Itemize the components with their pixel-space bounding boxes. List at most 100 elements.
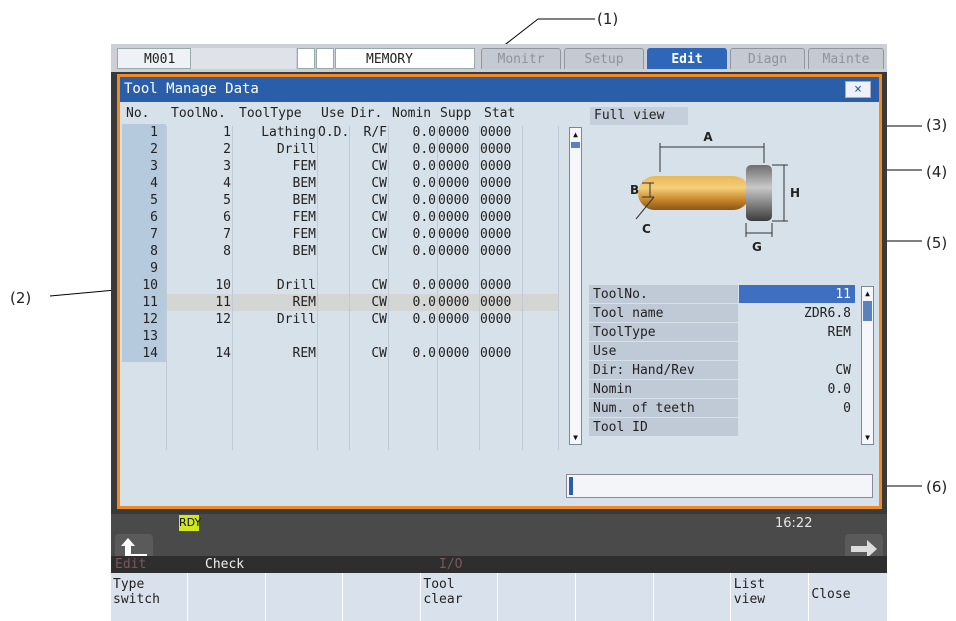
menu-edit[interactable]: Edit xyxy=(115,556,146,573)
table-row[interactable]: 6 6 FEM CW 0.0 0000 0000 xyxy=(122,209,558,226)
table-row[interactable]: 11 11 REM CW 0.0 0000 0000 xyxy=(122,294,558,311)
dim-c-label: C xyxy=(642,222,651,236)
window-title-text: Tool Manage Data xyxy=(124,81,259,97)
cell-dir xyxy=(350,328,387,345)
header-stat: Stat xyxy=(484,106,516,121)
full-view-label: Full view xyxy=(590,107,688,125)
softkey-6[interactable] xyxy=(499,573,576,621)
callout-4: (4) xyxy=(926,163,948,181)
cell-toolno xyxy=(167,328,231,345)
table-scrollbar[interactable]: ▲ ▼ xyxy=(569,127,582,445)
detail-value: 11 xyxy=(739,285,855,303)
softkey-7[interactable] xyxy=(577,573,654,621)
menu-check[interactable]: Check xyxy=(205,556,244,573)
cell-toolno: 10 xyxy=(215,278,231,293)
table-row[interactable]: 14 14 REM CW 0.0 0000 0000 xyxy=(122,345,558,362)
detail-value: REM xyxy=(739,323,855,341)
cell-dir: CW xyxy=(371,346,387,361)
table-row[interactable]: 3 3 FEM CW 0.0 0000 0000 xyxy=(122,158,558,175)
detail-row[interactable]: Dir: Hand/Rev CW xyxy=(589,361,855,380)
cell-toolno: 6 xyxy=(223,210,231,225)
cell-nomin: 0.0 xyxy=(412,295,436,310)
tab-edit[interactable]: Edit xyxy=(647,48,727,69)
detail-row[interactable]: Num. of teeth 0 xyxy=(589,399,855,418)
detail-row[interactable]: Use xyxy=(589,342,855,361)
header-dir: Dir. xyxy=(351,106,383,121)
table-row[interactable]: 13 xyxy=(122,328,558,345)
softkey-2[interactable] xyxy=(189,573,266,621)
scroll-up-icon[interactable]: ▲ xyxy=(570,129,581,140)
detail-row[interactable]: Tool name ZDR6.8 xyxy=(589,304,855,323)
detail-scroll-up-icon[interactable]: ▲ xyxy=(862,288,873,299)
cell-use xyxy=(318,260,348,277)
close-icon[interactable]: × xyxy=(845,81,871,98)
cell-supp: 0000 xyxy=(438,159,470,174)
cell-dir: CW xyxy=(371,210,387,225)
col-divider xyxy=(437,126,438,450)
cell-supp: 0000 xyxy=(438,278,470,293)
menu-bar: Edit Check I/O xyxy=(111,556,887,573)
table-row[interactable]: 2 2 Drill CW 0.0 0000 0000 xyxy=(122,141,558,158)
softkey-5[interactable]: Tool clear xyxy=(421,573,499,621)
col-divider xyxy=(479,126,480,450)
cell-dir: CW xyxy=(371,278,387,293)
cell-dir: R/F xyxy=(363,125,387,140)
detail-row[interactable]: ToolNo. 11 xyxy=(589,285,855,304)
detail-row[interactable]: ToolType REM xyxy=(589,323,855,342)
detail-scroll-down-icon[interactable]: ▼ xyxy=(862,432,873,443)
header-nomin: Nomin xyxy=(392,106,432,121)
table-row[interactable]: 12 12 Drill CW 0.0 0000 0000 xyxy=(122,311,558,328)
detail-scrollbar[interactable]: ▲ ▼ xyxy=(861,286,874,445)
softkey-8[interactable] xyxy=(654,573,732,621)
detail-value: 0.0 xyxy=(739,380,855,398)
table-row[interactable]: 8 8 BEM CW 0.0 0000 0000 xyxy=(122,243,558,260)
detail-value: ZDR6.8 xyxy=(739,304,855,322)
table-row[interactable]: 9 xyxy=(122,260,558,277)
callout-5: (5) xyxy=(926,234,948,252)
cell-use xyxy=(318,345,348,362)
cell-tooltype: BEM xyxy=(292,193,316,208)
table-row[interactable]: 5 5 BEM CW 0.0 0000 0000 xyxy=(122,192,558,209)
col-divider xyxy=(522,126,523,450)
detail-scroll-thumb[interactable] xyxy=(863,301,872,321)
softkey-9[interactable]: List view xyxy=(732,573,809,621)
cell-supp: 0000 xyxy=(438,176,470,191)
tab-diagn[interactable]: Diagn xyxy=(730,48,805,69)
cell-supp: 0000 xyxy=(438,295,470,310)
tab-setup[interactable]: Setup xyxy=(564,48,644,69)
tab-mainte[interactable]: Mainte xyxy=(808,48,884,69)
table-row[interactable]: 7 7 FEM CW 0.0 0000 0000 xyxy=(122,226,558,243)
softkey-1[interactable]: Type switch xyxy=(111,573,188,621)
header-use: Use xyxy=(321,106,345,121)
detail-row[interactable]: Tool ID xyxy=(589,418,855,437)
table-row[interactable]: 4 4 BEM CW 0.0 0000 0000 xyxy=(122,175,558,192)
cell-stat: 0000 xyxy=(480,142,512,157)
cell-stat xyxy=(480,260,522,277)
header-toolno: ToolNo. xyxy=(171,106,226,121)
detail-row[interactable]: Nomin 0.0 xyxy=(589,380,855,399)
message-input[interactable] xyxy=(566,474,873,498)
cell-stat: 0000 xyxy=(480,159,512,174)
scroll-thumb[interactable] xyxy=(571,142,580,148)
cell-tooltype: FEM xyxy=(292,210,316,225)
softkey-3[interactable] xyxy=(266,573,344,621)
tool-manage-window: Tool Manage Data × No. ToolNo. ToolType … xyxy=(117,74,882,509)
cell-stat: 0000 xyxy=(480,312,512,327)
softkey-10[interactable]: Close xyxy=(809,573,886,621)
cell-no: 14 xyxy=(122,345,166,362)
top-bar: M001 MEMORY Monitr Setup Edit Diagn Main… xyxy=(111,44,887,72)
cell-stat xyxy=(480,328,522,345)
cell-toolno: 1 xyxy=(223,125,231,140)
tab-monitr[interactable]: Monitr xyxy=(481,48,561,69)
cell-nomin: 0.0 xyxy=(412,142,436,157)
tool-head xyxy=(746,165,772,221)
cell-dir: CW xyxy=(371,295,387,310)
cell-dir xyxy=(350,260,387,277)
menu-io[interactable]: I/O xyxy=(439,556,462,573)
softkey-4[interactable] xyxy=(344,573,421,621)
header-supp: Supp xyxy=(440,106,472,121)
table-row[interactable]: 10 10 Drill CW 0.0 0000 0000 xyxy=(122,277,558,294)
scroll-down-icon[interactable]: ▼ xyxy=(570,432,581,443)
table-row[interactable]: 1 1 Lathing O.D. R/F 0.0 0000 0000 xyxy=(122,124,558,141)
cell-no: 12 xyxy=(122,311,166,328)
